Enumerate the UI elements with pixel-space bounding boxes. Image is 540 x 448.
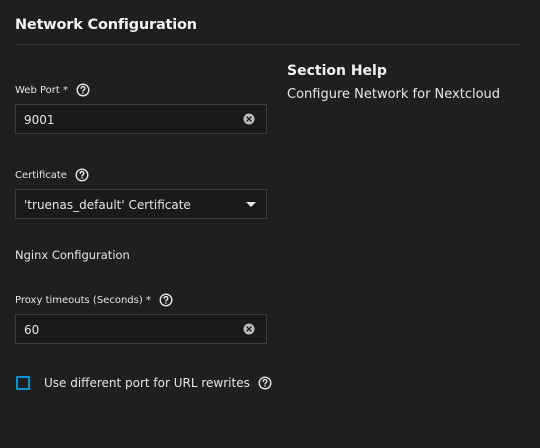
section-divider [15,44,521,45]
section-help-title: Section Help [287,63,387,79]
help-icon[interactable] [76,83,90,97]
proxy-timeout-label-row: Proxy timeouts (Seconds) * [15,293,173,307]
nginx-config-heading: Nginx Configuration [15,248,130,262]
url-rewrite-row: Use different port for URL rewrites [16,376,272,390]
certificate-select[interactable]: 'truenas_default' Certificate [15,189,267,219]
web-port-input[interactable]: 9001 [15,104,267,134]
section-title: Network Configuration [15,17,197,33]
web-port-value[interactable]: 9001 [24,113,55,127]
clear-icon[interactable] [243,323,255,335]
proxy-timeout-value[interactable]: 60 [24,323,39,337]
web-port-label-row: Web Port * [15,83,90,97]
caret-down-icon[interactable] [246,202,256,207]
help-icon[interactable] [258,376,272,390]
section-help-text: Configure Network for Nextcloud [287,87,501,102]
help-icon[interactable] [159,293,173,307]
certificate-label: Certificate [15,169,67,181]
certificate-selected-value[interactable]: 'truenas_default' Certificate [24,198,191,212]
proxy-timeout-label: Proxy timeouts (Seconds) * [15,294,151,306]
clear-icon[interactable] [243,113,255,125]
help-icon[interactable] [75,168,89,182]
url-rewrite-checkbox[interactable] [16,376,30,390]
url-rewrite-label[interactable]: Use different port for URL rewrites [44,376,250,390]
certificate-label-row: Certificate [15,168,89,182]
proxy-timeout-input[interactable]: 60 [15,314,267,344]
web-port-label: Web Port * [15,84,68,96]
